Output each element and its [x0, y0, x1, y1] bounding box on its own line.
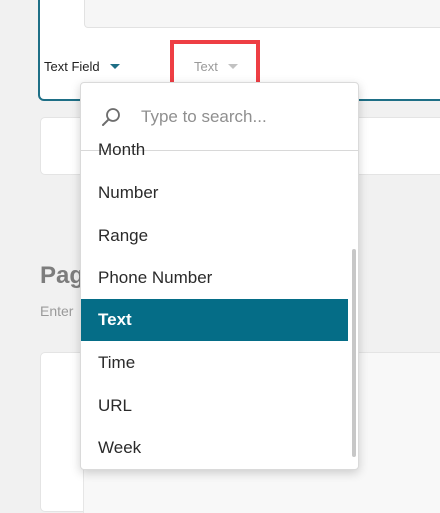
option-month[interactable]: Month [81, 129, 348, 171]
field-type-select[interactable]: Text Field [44, 56, 120, 76]
option-label: URL [98, 396, 133, 415]
field-input-area[interactable] [84, 0, 440, 28]
option-week[interactable]: Week [81, 427, 348, 469]
option-label: Phone Number [98, 268, 213, 287]
page-section-heading: Pag [40, 262, 85, 289]
option-label: Text [98, 310, 132, 329]
option-range[interactable]: Range [81, 215, 348, 257]
option-label: Range [98, 226, 149, 245]
option-label: Week [98, 438, 142, 457]
dropdown-scrollbar[interactable] [352, 249, 356, 457]
chevron-down-icon [227, 63, 238, 69]
option-label: Time [98, 353, 136, 372]
option-url[interactable]: URL [81, 385, 348, 427]
option-phone-number[interactable]: Phone Number [81, 257, 348, 299]
search-input[interactable] [141, 103, 341, 131]
option-label: Month [98, 140, 146, 159]
page-section-subtext: Enter [40, 303, 74, 319]
option-time[interactable]: Time [81, 342, 348, 384]
option-label: Number [98, 183, 159, 202]
search-icon [102, 108, 120, 126]
field-type-label: Text Field [44, 58, 100, 74]
field-subtype-select[interactable]: Text [194, 56, 238, 76]
field-subtype-label: Text [194, 58, 218, 74]
subtype-dropdown-menu: Month Number Range Phone Number Text Tim… [80, 82, 359, 470]
option-text[interactable]: Text [81, 299, 348, 341]
option-list: Month Number Range Phone Number Text Tim… [81, 140, 358, 469]
chevron-down-icon [109, 63, 120, 69]
option-number[interactable]: Number [81, 172, 348, 214]
